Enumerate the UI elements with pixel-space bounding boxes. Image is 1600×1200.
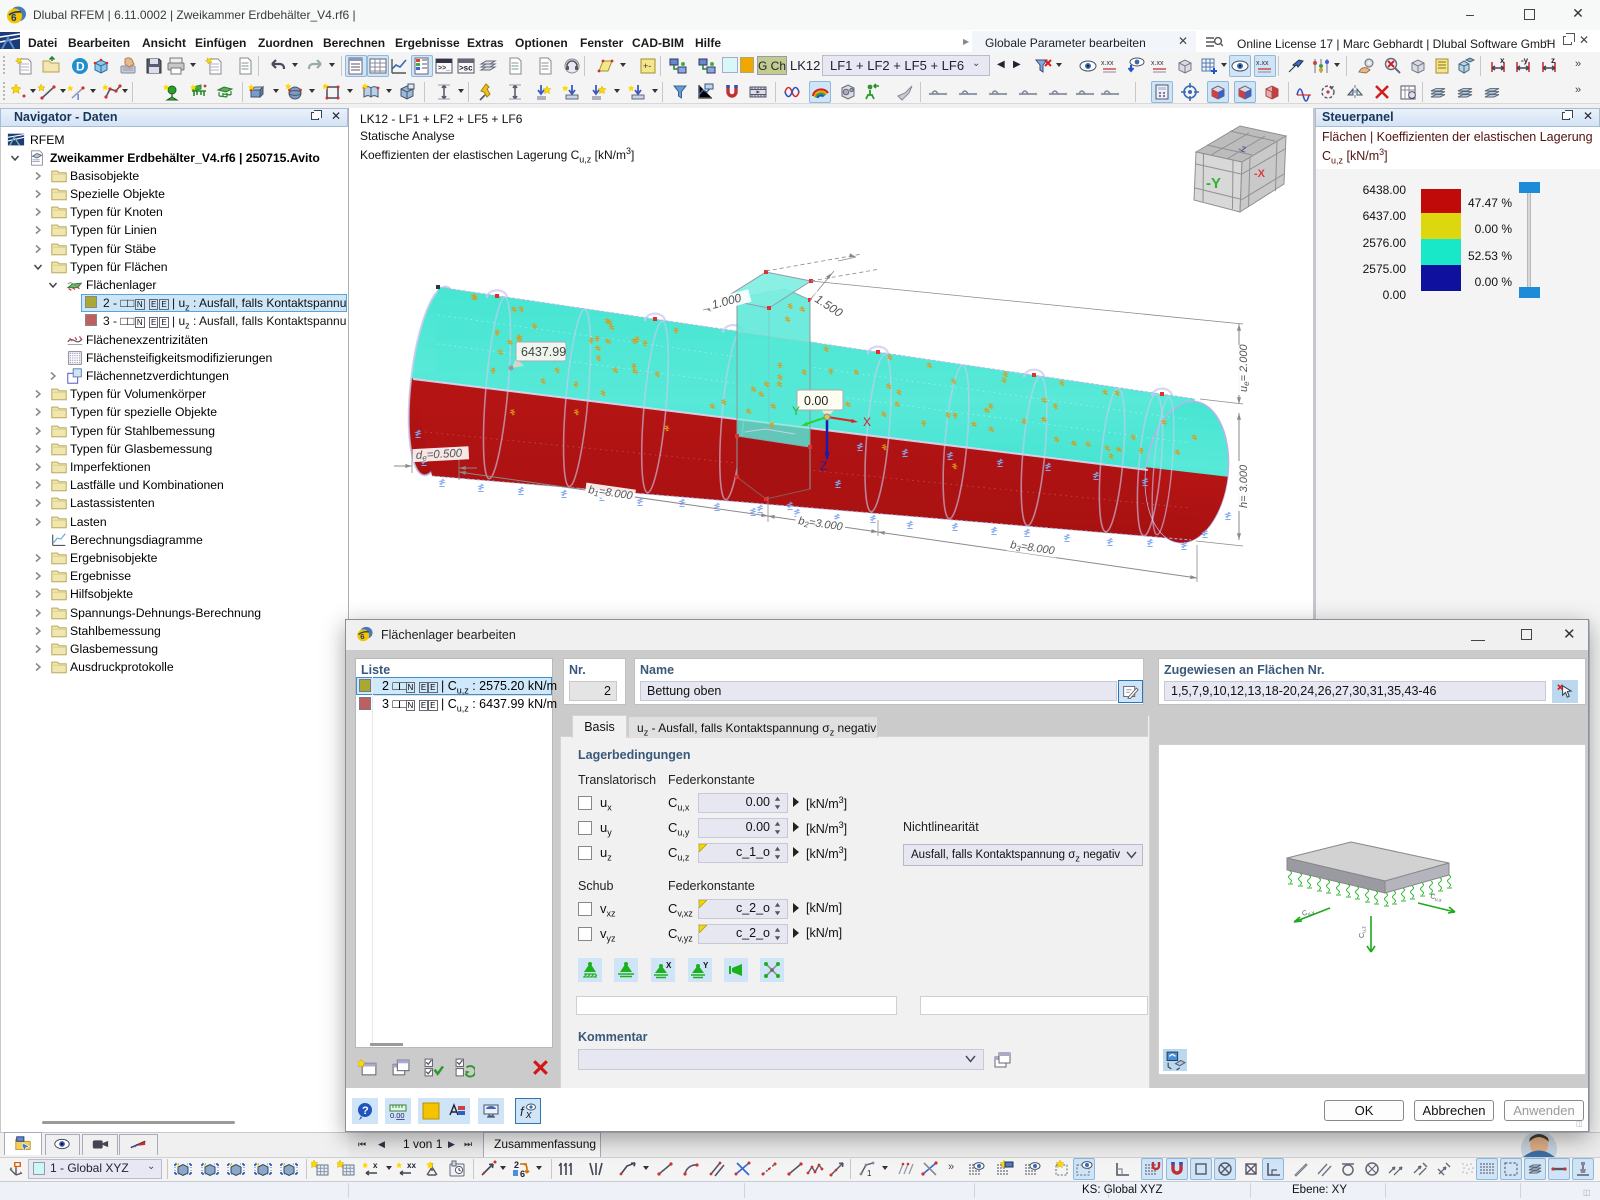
svg-text:Cu,x: Cu,x: [1429, 893, 1443, 904]
svg-text:X: X: [863, 415, 871, 429]
svg-text:0.00: 0.00: [390, 1111, 405, 1120]
svg-text:x.xx: x.xx: [1101, 60, 1114, 67]
svg-text:0.00: 0.00: [804, 394, 828, 408]
svg-text:-y: -y: [1521, 56, 1529, 65]
svg-text:x.xx: x.xx: [1151, 60, 1164, 67]
svg-text:x: x: [373, 1161, 378, 1170]
svg-text:x: x: [1500, 56, 1505, 65]
svg-text:Y: Y: [792, 404, 800, 418]
svg-text:+-: +-: [643, 61, 651, 71]
svg-text:?: ?: [362, 1105, 369, 1117]
svg-text:-Y: -Y: [1206, 175, 1221, 192]
svg-text:Y: Y: [703, 961, 709, 970]
svg-text:b3=8.000: b3=8.000: [1009, 539, 1056, 558]
svg-text:>>_: >>_: [438, 65, 450, 72]
svg-text:-X: -X: [1254, 168, 1266, 180]
svg-text:2: 2: [514, 1160, 519, 1170]
svg-text:>sc: >sc: [459, 64, 473, 73]
svg-text:6: 6: [360, 632, 364, 641]
svg-text:Cu,y: Cu,y: [1301, 907, 1315, 919]
svg-text:h= 3.000: h= 3.000: [1238, 464, 1250, 508]
svg-text:6: 6: [520, 1169, 525, 1179]
svg-text:Z: Z: [820, 459, 827, 473]
svg-text:6: 6: [11, 13, 17, 24]
svg-text:I: I: [77, 93, 79, 102]
svg-text:6437.99: 6437.99: [521, 345, 566, 359]
svg-text:X: X: [666, 961, 672, 970]
svg-text:x.xx: x.xx: [1256, 60, 1269, 67]
svg-text:D: D: [76, 60, 85, 74]
svg-text:1: 1: [867, 1169, 872, 1178]
svg-text:x: x: [525, 1109, 532, 1121]
svg-text:f: f: [520, 1104, 525, 1119]
svg-text:Cu,z: Cu,z: [1359, 926, 1368, 938]
svg-text:xx: xx: [407, 1161, 416, 1170]
svg-text:z: z: [1551, 56, 1555, 65]
